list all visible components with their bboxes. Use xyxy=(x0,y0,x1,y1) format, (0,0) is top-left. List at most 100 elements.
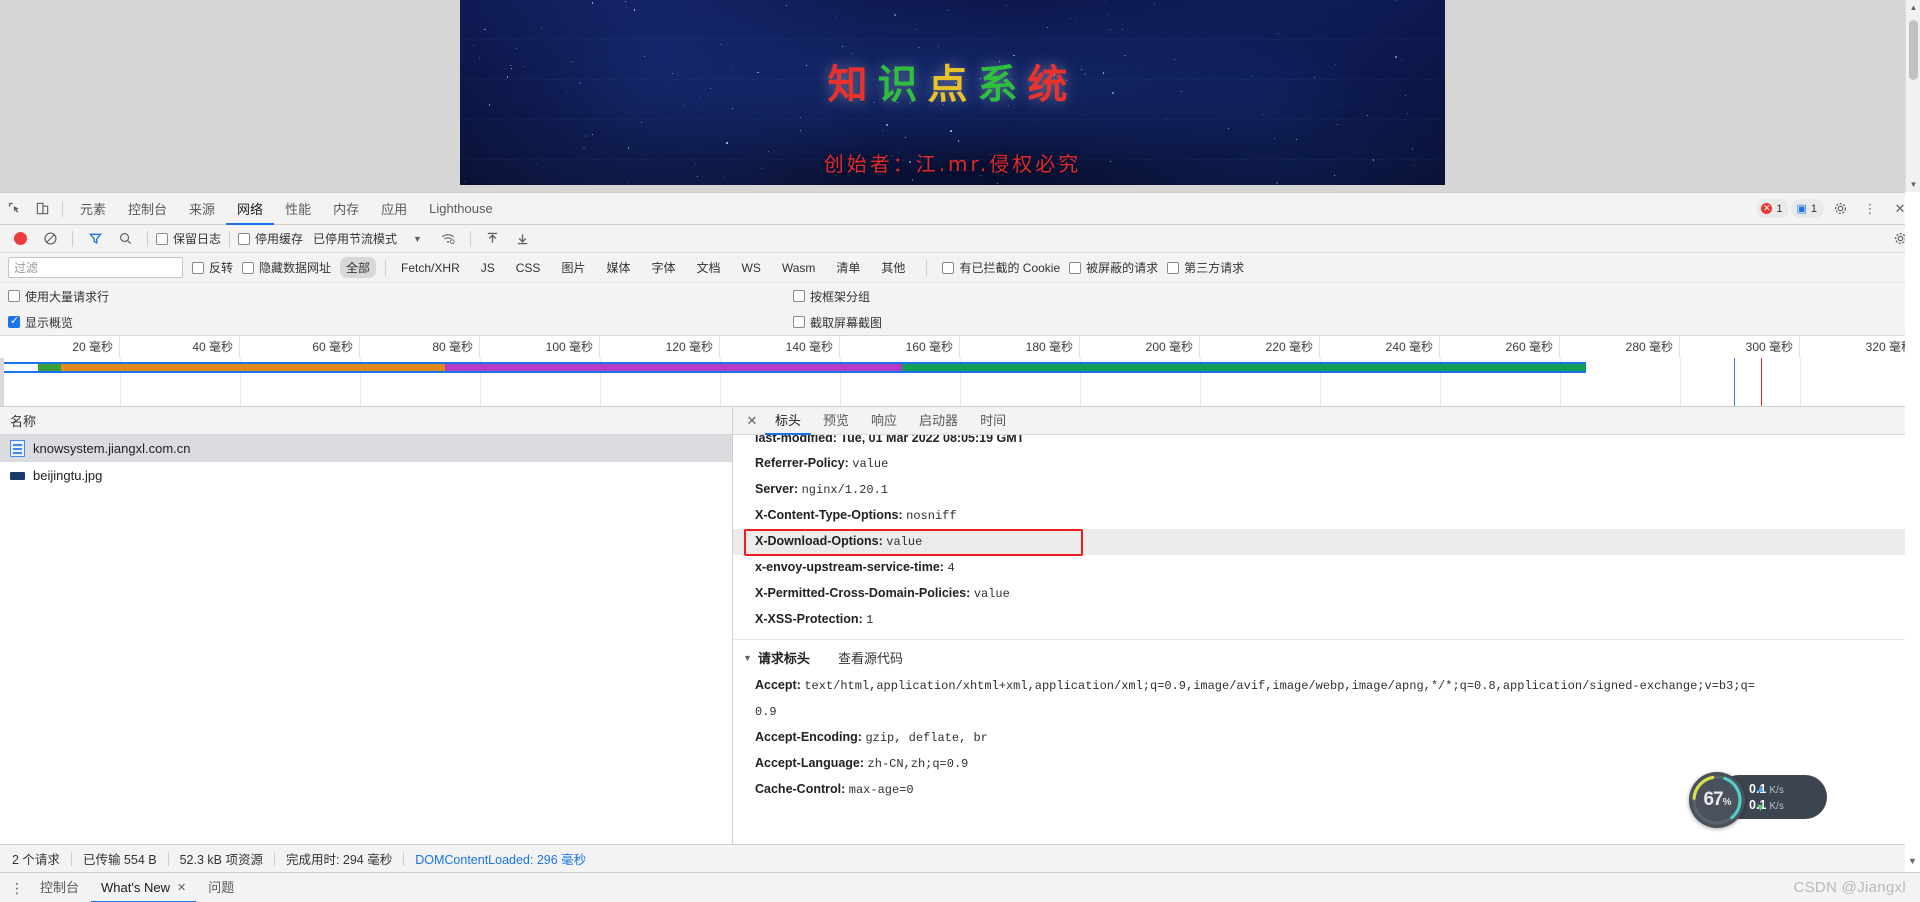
dom-content-loaded-marker xyxy=(1734,358,1735,406)
import-har-icon[interactable] xyxy=(479,226,507,252)
big-request-rows-label: 使用大量请求行 xyxy=(25,288,109,305)
detail-tab-strip: ✕ 标头 预览 响应 启动器 时间 xyxy=(733,407,1920,435)
filter-divider xyxy=(926,260,927,276)
gear-icon[interactable] xyxy=(1826,196,1854,222)
big-request-rows-checkbox[interactable]: 使用大量请求行 xyxy=(8,288,109,305)
hide-data-urls-checkbox[interactable]: 隐藏数据网址 xyxy=(242,259,331,276)
tab-memory[interactable]: 内存 xyxy=(322,193,370,225)
type-filter-css[interactable]: CSS xyxy=(510,259,547,277)
filter-icon[interactable] xyxy=(81,226,109,252)
network-conditions-icon[interactable] xyxy=(434,226,462,252)
type-filter-doc[interactable]: 文档 xyxy=(690,257,726,278)
network-toolbar: 保留日志 停用缓存 已停用节流模式 ▼ xyxy=(0,225,1920,253)
request-row-knowsystem[interactable]: knowsystem.jiangxl.com.cn xyxy=(0,435,732,462)
detail-tab-preview[interactable]: 预览 xyxy=(813,407,859,435)
close-panel-icon[interactable]: ✕ xyxy=(741,413,763,429)
header-line-referrer-policy: Referrer-Policy: value xyxy=(733,451,1920,477)
filter-input[interactable] xyxy=(8,257,183,278)
overview-tick: 80 毫秒 xyxy=(360,336,480,358)
network-overview-timeline[interactable]: 20 毫秒40 毫秒60 毫秒80 毫秒100 毫秒120 毫秒140 毫秒16… xyxy=(0,335,1920,407)
invert-label: 反转 xyxy=(209,259,233,276)
overview-tick: 320 毫秒 xyxy=(1800,336,1920,358)
third-party-checkbox[interactable]: 第三方请求 xyxy=(1167,259,1244,276)
export-har-icon[interactable] xyxy=(509,226,537,252)
view-source-link[interactable]: 查看源代码 xyxy=(838,648,903,667)
checkbox-box xyxy=(793,290,805,302)
group-by-frame-label: 按框架分组 xyxy=(810,288,870,305)
banner-char-4: 统 xyxy=(1028,62,1078,108)
type-filter-fetch-xhr[interactable]: Fetch/XHR xyxy=(395,259,466,277)
page-scrollbar[interactable]: ▲ ▼ xyxy=(1905,0,1920,192)
tab-elements[interactable]: 元素 xyxy=(69,193,117,225)
tab-network[interactable]: 网络 xyxy=(226,193,274,225)
tab-performance[interactable]: 性能 xyxy=(274,193,322,225)
tab-sources[interactable]: 来源 xyxy=(178,193,226,225)
invert-checkbox[interactable]: 反转 xyxy=(192,259,233,276)
header-name: X-XSS-Protection xyxy=(755,612,859,626)
group-by-frame-checkbox[interactable]: 按框架分组 xyxy=(793,288,870,305)
detail-tab-response[interactable]: 响应 xyxy=(861,407,907,435)
type-filter-img[interactable]: 图片 xyxy=(555,257,591,278)
header-value-continuation: 0.9 xyxy=(755,705,777,719)
more-vertical-icon[interactable]: ⋮ xyxy=(1856,196,1884,222)
clear-button[interactable] xyxy=(36,226,64,252)
chevron-down-icon[interactable]: ▼ xyxy=(1908,856,1917,866)
scroll-down-icon[interactable]: ▼ xyxy=(1906,177,1920,192)
close-icon[interactable]: ✕ xyxy=(177,873,186,902)
overview-gridline xyxy=(1800,358,1801,406)
blocked-cookies-checkbox[interactable]: 有已拦截的 Cookie xyxy=(942,259,1060,276)
tab-application[interactable]: 应用 xyxy=(370,193,418,225)
more-vertical-icon[interactable]: ⋮ xyxy=(6,883,28,893)
inspect-element-icon[interactable] xyxy=(0,196,28,222)
type-filter-other[interactable]: 其他 xyxy=(875,257,911,278)
error-count-badge[interactable]: ✕ 1 xyxy=(1756,199,1789,218)
show-overview-checkbox[interactable]: 显示概览 xyxy=(8,314,73,331)
option-row-overview: 显示概览 截取屏幕截图 xyxy=(0,309,1920,335)
type-filter-ws[interactable]: WS xyxy=(736,259,767,277)
request-header-accept: Accept: text/html,application/xhtml+xml,… xyxy=(733,673,1920,699)
blocked-requests-checkbox[interactable]: 被屏蔽的请求 xyxy=(1069,259,1158,276)
header-value: value xyxy=(852,457,888,471)
tab-console[interactable]: 控制台 xyxy=(117,193,178,225)
tab-lighthouse[interactable]: Lighthouse xyxy=(418,193,504,225)
scrollbar-thumb[interactable] xyxy=(1909,20,1918,80)
overview-tick: 160 毫秒 xyxy=(840,336,960,358)
request-list-header: 名称 xyxy=(0,407,732,435)
capture-screenshots-checkbox[interactable]: 截取屏幕截图 xyxy=(793,314,882,331)
network-split-view: 名称 knowsystem.jiangxl.com.cn beijingtu.j… xyxy=(0,407,1920,844)
throttling-label[interactable]: 已停用节流模式 xyxy=(313,230,397,247)
overview-tick: 260 毫秒 xyxy=(1440,336,1560,358)
chevron-down-icon[interactable]: ▼ xyxy=(413,234,422,244)
preserve-log-label: 保留日志 xyxy=(173,230,221,247)
header-value: text/html,application/xhtml+xml,applicat… xyxy=(804,679,1755,693)
detail-tab-initiator[interactable]: 启动器 xyxy=(909,407,968,435)
scroll-up-icon[interactable]: ▲ xyxy=(1906,0,1920,15)
disable-cache-label: 停用缓存 xyxy=(255,230,303,247)
type-filter-manifest[interactable]: 清单 xyxy=(830,257,866,278)
request-headers-section-title[interactable]: ▼ 请求标头 查看源代码 xyxy=(733,639,1920,673)
triangle-down-icon[interactable]: ▼ xyxy=(743,653,752,663)
preserve-log-checkbox[interactable]: 保留日志 xyxy=(156,230,221,247)
request-row-beijingtu[interactable]: beijingtu.jpg xyxy=(0,462,732,489)
device-toolbar-icon[interactable] xyxy=(28,196,56,222)
request-header-accept-wrap: 0.9 xyxy=(733,699,1920,725)
detail-tab-timing[interactable]: 时间 xyxy=(970,407,1016,435)
checkbox-box xyxy=(1069,262,1081,274)
record-button[interactable] xyxy=(6,226,34,252)
type-filter-media[interactable]: 媒体 xyxy=(600,257,636,278)
show-overview-label: 显示概览 xyxy=(25,314,73,331)
drawer-tab-console[interactable]: 控制台 xyxy=(30,873,89,902)
search-icon[interactable] xyxy=(111,226,139,252)
drawer-tab-whats-new[interactable]: What's New ✕ xyxy=(91,873,196,902)
drawer-tab-issues[interactable]: 问题 xyxy=(198,873,244,902)
status-resources: 52.3 kB 项资源 xyxy=(169,849,274,868)
type-filter-wasm[interactable]: Wasm xyxy=(776,259,822,277)
type-filter-js[interactable]: JS xyxy=(475,259,501,277)
header-name: Accept-Encoding xyxy=(755,730,858,744)
type-filter-all[interactable]: 全部 xyxy=(340,257,376,278)
detail-tab-headers[interactable]: 标头 xyxy=(765,407,811,435)
header-value: zh-CN,zh;q=0.9 xyxy=(868,757,969,771)
disable-cache-checkbox[interactable]: 停用缓存 xyxy=(238,230,303,247)
type-filter-font[interactable]: 字体 xyxy=(645,257,681,278)
message-count-badge[interactable]: ▣ 1 xyxy=(1791,199,1824,218)
